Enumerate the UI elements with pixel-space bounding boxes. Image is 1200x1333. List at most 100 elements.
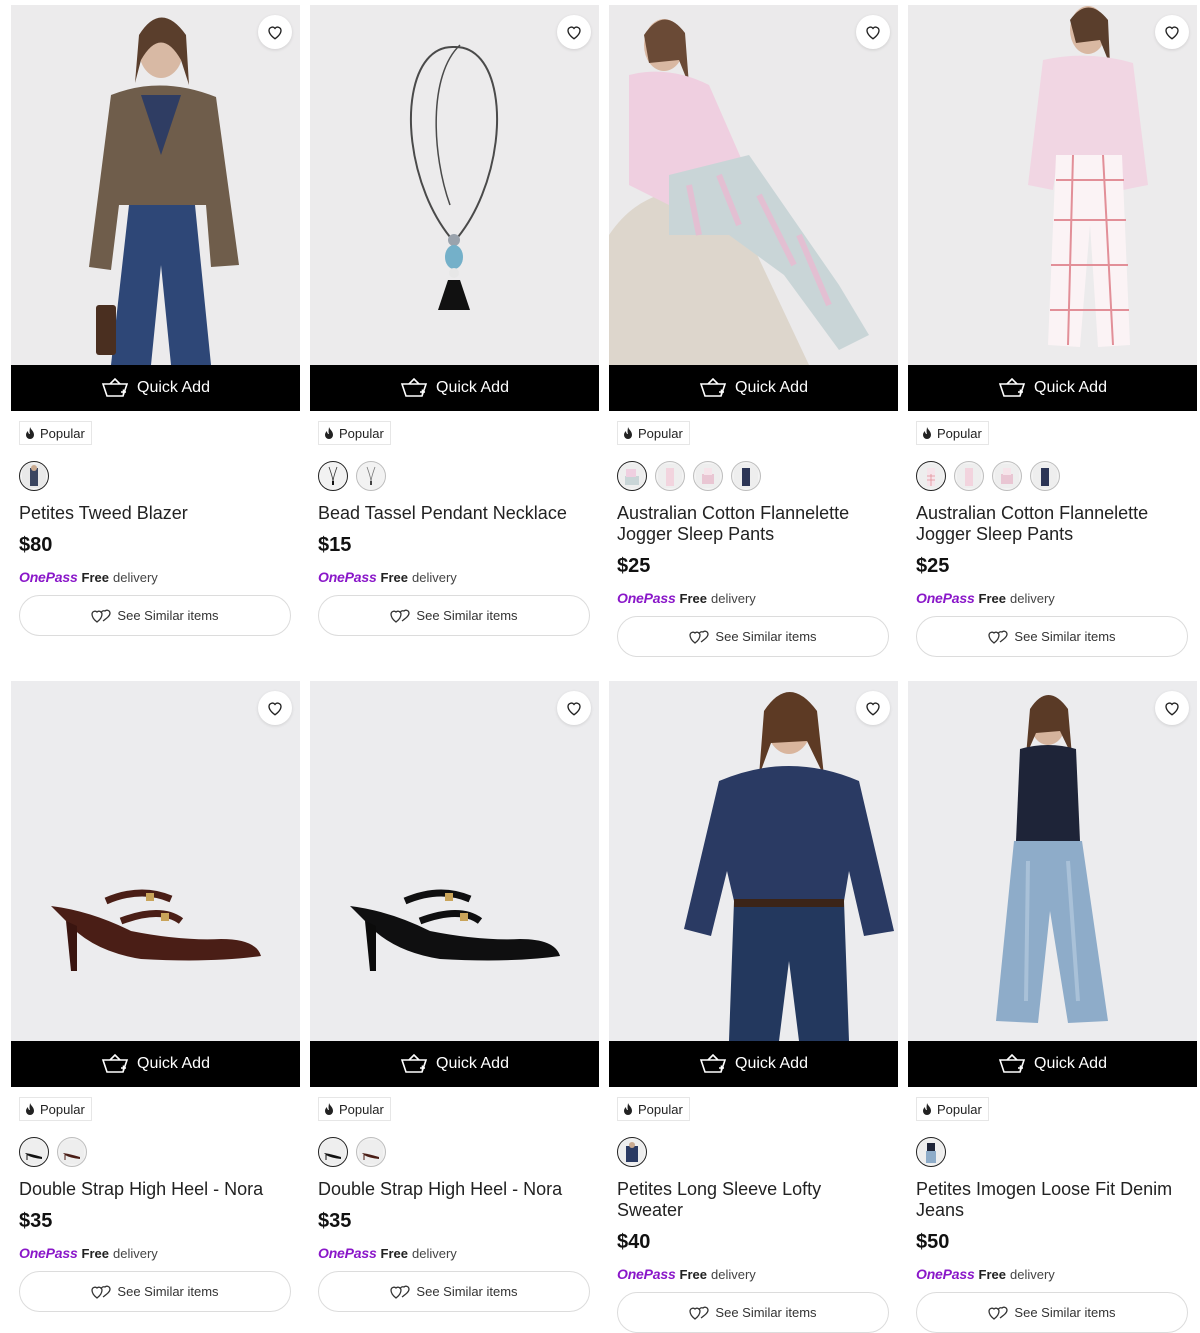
see-similar-button[interactable]: See Similar items	[318, 595, 590, 636]
product-card[interactable]: Quick Add Popular Double Strap High Heel…	[11, 681, 300, 1331]
flame-icon	[624, 1102, 632, 1115]
product-name[interactable]: Petites Long Sleeve Lofty Sweater	[617, 1179, 889, 1221]
delivery-label: delivery	[412, 1246, 457, 1261]
color-swatch[interactable]	[57, 1137, 87, 1167]
product-card[interactable]: Quick Add Popular Petites Imogen Loose F…	[908, 681, 1197, 1333]
wishlist-heart-icon[interactable]	[1155, 15, 1189, 49]
see-similar-button[interactable]: See Similar items	[19, 595, 291, 636]
hearts-icon	[988, 1306, 1009, 1320]
color-swatch[interactable]	[916, 1137, 946, 1167]
onepass-delivery: OnePass Free delivery	[617, 1266, 890, 1282]
product-image[interactable]	[11, 5, 300, 365]
quick-add-button[interactable]: Quick Add	[609, 1041, 898, 1087]
see-similar-label: See Similar items	[117, 608, 219, 623]
color-swatch[interactable]	[916, 461, 946, 491]
color-swatch[interactable]	[617, 1137, 647, 1167]
color-swatches	[19, 1137, 292, 1169]
color-swatch[interactable]	[356, 1137, 386, 1167]
product-image[interactable]	[11, 681, 300, 1041]
product-price: $35	[19, 1210, 53, 1232]
popular-label: Popular	[638, 425, 683, 441]
product-card[interactable]: Quick Add Popular Petites Long Sleeve Lo…	[609, 681, 898, 1333]
product-name[interactable]: Bead Tassel Pendant Necklace	[318, 503, 590, 524]
product-card[interactable]: Quick Add Popular Bead Tassel Pendant Ne…	[310, 5, 599, 655]
color-swatch[interactable]	[731, 461, 761, 491]
product-card[interactable]: Quick Add Popular Australian Cotton Flan…	[908, 5, 1197, 657]
onepass-logo: OnePass	[617, 1266, 676, 1282]
product-image[interactable]	[310, 681, 599, 1041]
product-image[interactable]	[310, 5, 599, 365]
popular-badge: Popular	[617, 1097, 690, 1121]
see-similar-button[interactable]: See Similar items	[916, 616, 1188, 657]
free-label: Free	[81, 570, 109, 585]
color-swatches	[318, 1137, 591, 1169]
wishlist-heart-icon[interactable]	[856, 691, 890, 725]
product-image[interactable]	[609, 5, 898, 365]
quick-add-button[interactable]: Quick Add	[11, 1041, 300, 1087]
quick-add-button[interactable]: Quick Add	[908, 365, 1197, 411]
see-similar-button[interactable]: See Similar items	[617, 1292, 889, 1333]
color-swatches	[19, 461, 292, 493]
product-name[interactable]: Double Strap High Heel - Nora	[19, 1179, 291, 1200]
product-card[interactable]: Quick Add Popular Double Strap High Heel…	[310, 681, 599, 1331]
quick-add-button[interactable]: Quick Add	[609, 365, 898, 411]
product-name[interactable]: Double Strap High Heel - Nora	[318, 1179, 590, 1200]
see-similar-label: See Similar items	[1014, 1305, 1116, 1320]
basket-icon	[699, 1054, 727, 1073]
quick-add-button[interactable]: Quick Add	[11, 365, 300, 411]
basket-icon	[998, 378, 1026, 397]
color-swatch[interactable]	[1030, 461, 1060, 491]
color-swatch[interactable]	[19, 1137, 49, 1167]
quick-add-button[interactable]: Quick Add	[908, 1041, 1197, 1087]
product-card[interactable]: Quick Add Popular Petites Tweed Blazer $…	[11, 5, 300, 655]
color-swatch[interactable]	[356, 461, 386, 491]
color-swatch[interactable]	[318, 461, 348, 491]
onepass-logo: OnePass	[318, 1245, 377, 1261]
quick-add-label: Quick Add	[436, 1055, 509, 1072]
free-label: Free	[978, 591, 1006, 606]
product-image[interactable]	[609, 681, 898, 1041]
quick-add-button[interactable]: Quick Add	[310, 1041, 599, 1087]
flame-icon	[325, 1102, 333, 1115]
hearts-icon	[91, 609, 112, 623]
popular-badge: Popular	[19, 1097, 92, 1121]
color-swatches	[318, 461, 591, 493]
color-swatch[interactable]	[655, 461, 685, 491]
product-price: $35	[318, 1210, 352, 1232]
product-photo	[908, 681, 1197, 1041]
color-swatch[interactable]	[318, 1137, 348, 1167]
wishlist-heart-icon[interactable]	[557, 691, 591, 725]
product-image[interactable]	[908, 5, 1197, 365]
basket-icon	[998, 1054, 1026, 1073]
free-label: Free	[380, 1246, 408, 1261]
quick-add-button[interactable]: Quick Add	[310, 365, 599, 411]
see-similar-button[interactable]: See Similar items	[916, 1292, 1188, 1333]
wishlist-heart-icon[interactable]	[258, 15, 292, 49]
product-name[interactable]: Australian Cotton Flannelette Jogger Sle…	[916, 503, 1188, 545]
color-swatch[interactable]	[992, 461, 1022, 491]
color-swatch[interactable]	[19, 461, 49, 491]
popular-label: Popular	[339, 425, 384, 441]
wishlist-heart-icon[interactable]	[258, 691, 292, 725]
see-similar-button[interactable]: See Similar items	[19, 1271, 291, 1312]
product-name[interactable]: Petites Imogen Loose Fit Denim Jeans	[916, 1179, 1188, 1221]
product-name[interactable]: Australian Cotton Flannelette Jogger Sle…	[617, 503, 889, 545]
flame-icon	[624, 426, 632, 439]
wishlist-heart-icon[interactable]	[557, 15, 591, 49]
color-swatch[interactable]	[954, 461, 984, 491]
quick-add-label: Quick Add	[735, 379, 808, 396]
see-similar-button[interactable]: See Similar items	[617, 616, 889, 657]
see-similar-button[interactable]: See Similar items	[318, 1271, 590, 1312]
product-image[interactable]	[908, 681, 1197, 1041]
onepass-delivery: OnePass Free delivery	[318, 569, 591, 585]
color-swatch[interactable]	[617, 461, 647, 491]
wishlist-heart-icon[interactable]	[1155, 691, 1189, 725]
color-swatch[interactable]	[693, 461, 723, 491]
wishlist-heart-icon[interactable]	[856, 15, 890, 49]
basket-icon	[400, 378, 428, 397]
quick-add-label: Quick Add	[735, 1055, 808, 1072]
product-card[interactable]: Quick Add Popular Australian Cotton Flan…	[609, 5, 898, 657]
product-name[interactable]: Petites Tweed Blazer	[19, 503, 291, 524]
popular-badge: Popular	[318, 1097, 391, 1121]
flame-icon	[325, 426, 333, 439]
